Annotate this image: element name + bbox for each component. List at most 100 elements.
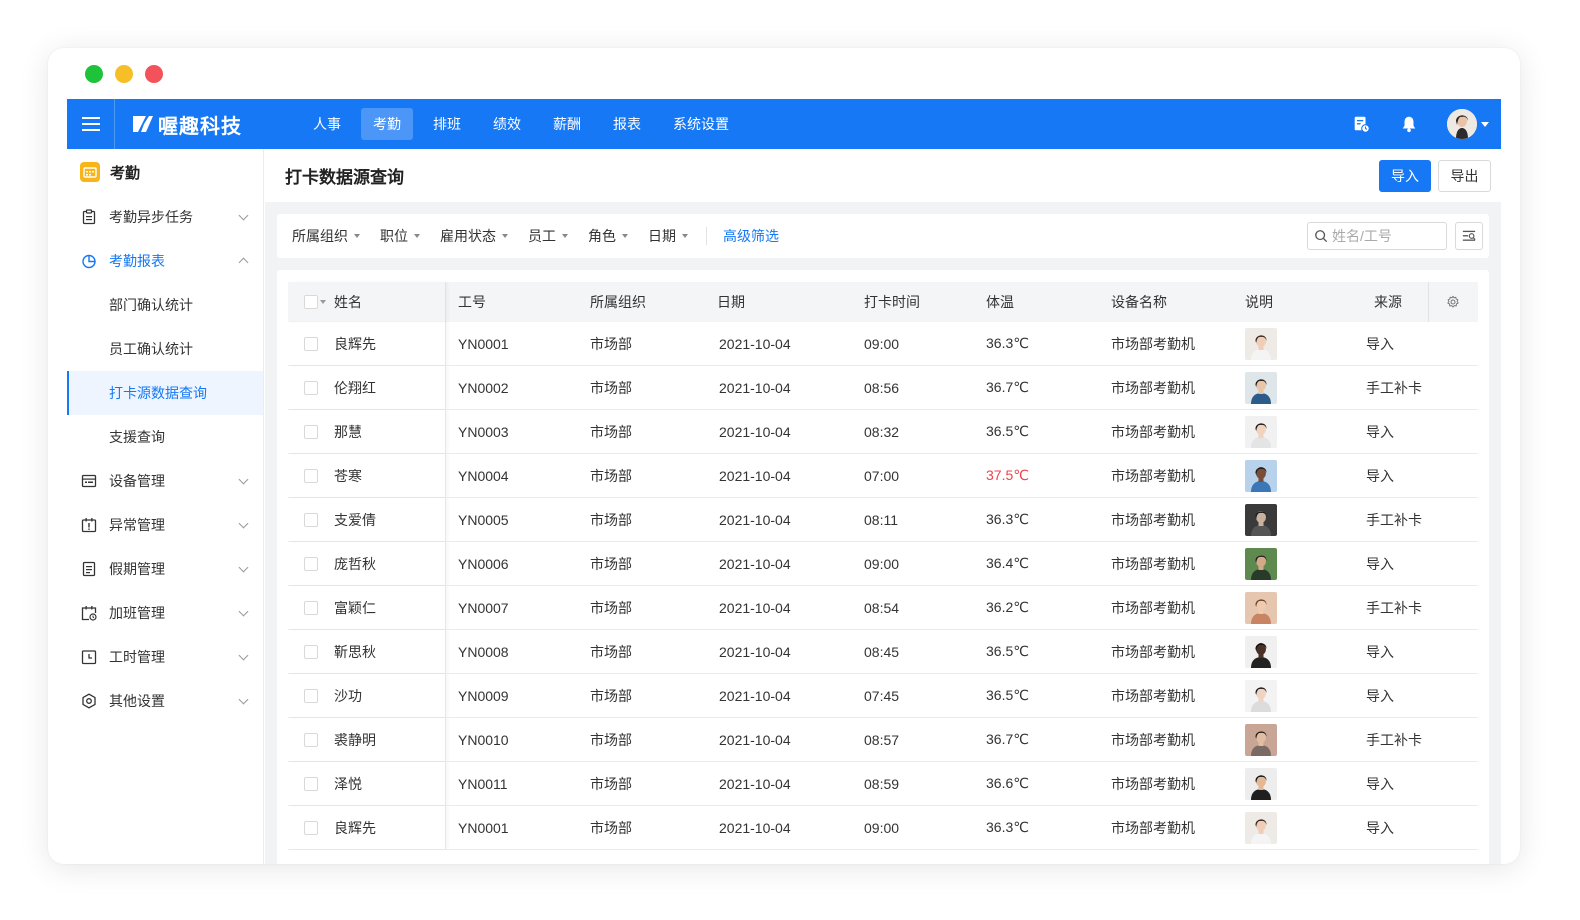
close-button[interactable] [145, 65, 163, 83]
employee-photo[interactable] [1245, 371, 1277, 404]
employee-photo[interactable] [1245, 767, 1277, 800]
search-input[interactable] [1332, 228, 1432, 244]
filter-dropdown[interactable]: 雇用状态 [440, 226, 508, 246]
filter-settings-icon[interactable] [1455, 222, 1483, 250]
table-row[interactable]: 那慧 YN0003 市场部 2021-10-04 08:32 36.5℃ 市场部考勤机 导入 [288, 410, 1478, 454]
chevron-down-icon[interactable] [1481, 121, 1489, 127]
col-header-org[interactable]: 所属组织 [577, 292, 705, 312]
report-icon[interactable] [1351, 114, 1371, 134]
employee-id: YN0008 [458, 643, 509, 660]
filter-dropdown[interactable]: 职位 [380, 226, 420, 246]
employee-name: 苍寒 [334, 467, 362, 484]
bell-icon[interactable] [1399, 114, 1419, 134]
table-row[interactable]: 伦翔红 YN0002 市场部 2021-10-04 08:56 36.7℃ 市场部考勤机 手工… [288, 366, 1478, 410]
col-header-id[interactable]: 工号 [446, 292, 577, 312]
sidebar-item[interactable]: 其他设置 [67, 679, 263, 723]
page-header: 打卡数据源查询 导入 导出 [265, 149, 1501, 202]
row-checkbox[interactable] [288, 468, 333, 483]
sidebar-item[interactable]: 工时管理 [67, 635, 263, 679]
sidebar-item[interactable]: 考勤异步任务 [67, 195, 263, 239]
col-header-note[interactable]: 说明 [1233, 292, 1358, 312]
sidebar-item[interactable]: 设备管理 [67, 459, 263, 503]
main-content: 打卡数据源查询 导入 导出 所属组织职位雇用状态员工角色日期 高级筛选 [265, 149, 1501, 864]
employee-photo[interactable] [1245, 327, 1277, 360]
row-checkbox[interactable] [288, 644, 333, 659]
maximize-button[interactable] [85, 65, 103, 83]
sidebar-item[interactable]: 假期管理 [67, 547, 263, 591]
sidebar-subitem[interactable]: 打卡源数据查询 [67, 371, 263, 415]
table-row[interactable]: 苍寒 YN0004 市场部 2021-10-04 07:00 37.5℃ 市场部考勤机 导入 [288, 454, 1478, 498]
row-checkbox[interactable] [288, 820, 333, 835]
brand[interactable]: 喔趣科技 [132, 110, 286, 139]
employee-photo[interactable] [1245, 591, 1277, 624]
employee-photo[interactable] [1245, 811, 1277, 844]
employee-photo[interactable] [1245, 679, 1277, 712]
sidebar-item[interactable]: 异常管理 [67, 503, 263, 547]
table-row[interactable]: 良辉先 YN0001 市场部 2021-10-04 09:00 36.3℃ 市场部考勤机 导入 [288, 806, 1478, 850]
gear-icon[interactable] [1428, 282, 1476, 322]
employee-name: 靳思秋 [334, 643, 376, 660]
sidebar-item[interactable]: 考勤报表 [67, 239, 263, 283]
sidebar-subitem[interactable]: 员工确认统计 [67, 327, 263, 371]
col-header-source[interactable]: 来源 [1358, 292, 1428, 312]
row-checkbox[interactable] [288, 732, 333, 747]
row-checkbox[interactable] [288, 556, 333, 571]
row-checkbox[interactable] [288, 336, 333, 351]
table-row[interactable]: 支爱倩 YN0005 市场部 2021-10-04 08:11 36.3℃ 市场部考勤机 手工… [288, 498, 1478, 542]
row-checkbox[interactable] [288, 688, 333, 703]
employee-id: YN0007 [458, 599, 509, 616]
employee-photo[interactable] [1245, 415, 1277, 448]
col-header-time[interactable]: 打卡时间 [850, 292, 972, 312]
nav-item[interactable]: 排班 [421, 108, 473, 140]
filter-dropdown[interactable]: 员工 [528, 226, 568, 246]
table-row[interactable]: 良辉先 YN0001 市场部 2021-10-04 09:00 36.3℃ 市场部考勤机 导入 [288, 322, 1478, 366]
row-checkbox[interactable] [288, 424, 333, 439]
import-button[interactable]: 导入 [1379, 160, 1431, 192]
filter-dropdown[interactable]: 角色 [588, 226, 628, 246]
user-avatar[interactable] [1447, 109, 1477, 139]
search-box[interactable] [1307, 222, 1447, 250]
export-button[interactable]: 导出 [1438, 160, 1491, 192]
org-cell: 市场部 [590, 379, 632, 396]
nav-item[interactable]: 报表 [601, 108, 653, 140]
nav-item[interactable]: 考勤 [361, 108, 413, 140]
row-checkbox[interactable] [288, 776, 333, 791]
chevron-down-icon[interactable] [320, 300, 326, 304]
minimize-button[interactable] [115, 65, 133, 83]
row-checkbox[interactable] [288, 512, 333, 527]
col-header-temp[interactable]: 体温 [972, 292, 1095, 312]
employee-photo[interactable] [1245, 503, 1277, 536]
table-row[interactable]: 靳思秋 YN0008 市场部 2021-10-04 08:45 36.5℃ 市场部考勤机 导入 [288, 630, 1478, 674]
employee-photo[interactable] [1245, 459, 1277, 492]
filter-dropdown[interactable]: 所属组织 [292, 226, 360, 246]
table-row[interactable]: 泽悦 YN0011 市场部 2021-10-04 08:59 36.6℃ 市场部考勤机 导入 [288, 762, 1478, 806]
sidebar-subitem[interactable]: 支援查询 [67, 415, 263, 459]
row-checkbox[interactable] [288, 600, 333, 615]
table-row[interactable]: 裘静明 YN0010 市场部 2021-10-04 08:57 36.7℃ 市场部考勤机 手工… [288, 718, 1478, 762]
advanced-filter-link[interactable]: 高级筛选 [723, 226, 779, 246]
select-all-checkbox[interactable] [288, 295, 333, 309]
filter-label: 角色 [588, 228, 616, 244]
employee-photo[interactable] [1245, 547, 1277, 580]
sidebar-subitem[interactable]: 部门确认统计 [67, 283, 263, 327]
nav-item[interactable]: 绩效 [481, 108, 533, 140]
hamburger-menu-icon[interactable] [67, 99, 115, 149]
table-row[interactable]: 富颖仁 YN0007 市场部 2021-10-04 08:54 36.2℃ 市场部考勤机 手工… [288, 586, 1478, 630]
table-row[interactable]: 庞哲秋 YN0006 市场部 2021-10-04 09:00 36.4℃ 市场部考勤机 导入 [288, 542, 1478, 586]
nav-item[interactable]: 系统设置 [661, 108, 741, 140]
col-header-name[interactable]: 姓名 [333, 282, 446, 322]
employee-photo[interactable] [1245, 635, 1277, 668]
table-row[interactable]: 沙功 YN0009 市场部 2021-10-04 07:45 36.5℃ 市场部考勤机 导入 [288, 674, 1478, 718]
filter-dropdown[interactable]: 日期 [648, 226, 688, 246]
nav-item[interactable]: 人事 [301, 108, 353, 140]
sidebar-item[interactable]: 加班管理 [67, 591, 263, 635]
sidebar-item-label: 工时管理 [109, 649, 165, 665]
row-checkbox[interactable] [288, 380, 333, 395]
employee-photo[interactable] [1245, 723, 1277, 756]
org-cell: 市场部 [590, 643, 632, 660]
calendar-alert-icon [81, 517, 97, 533]
col-header-date[interactable]: 日期 [705, 292, 850, 312]
nav-item[interactable]: 薪酬 [541, 108, 593, 140]
device-cell: 市场部考勤机 [1111, 467, 1195, 484]
col-header-device[interactable]: 设备名称 [1095, 292, 1233, 312]
